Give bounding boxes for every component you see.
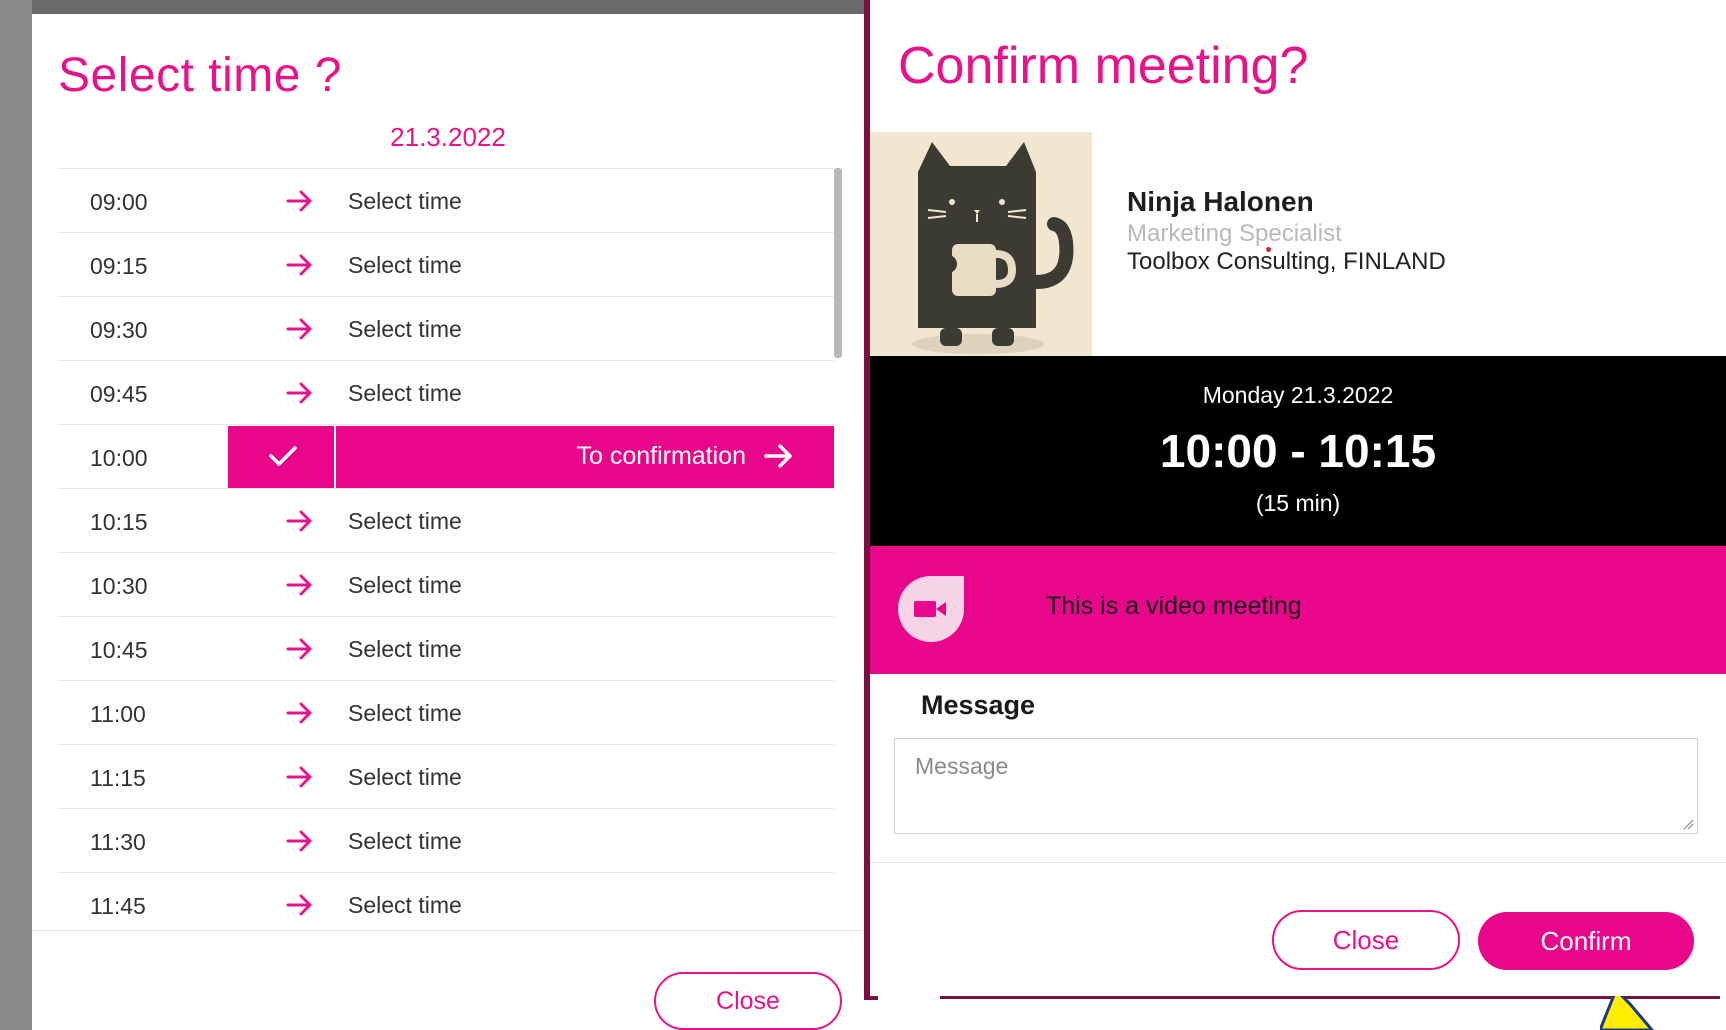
slot-time: 09:00	[90, 189, 148, 215]
slot-time: 09:30	[90, 317, 148, 343]
selected-date: 21.3.2022	[390, 122, 506, 152]
meeting-day: Monday 21.3.2022	[1202, 382, 1394, 408]
time-slot-row[interactable]: 10:15 Select time	[58, 488, 834, 552]
select-time-modal: Select time ? 21.3.2022 09:00 Select tim…	[32, 14, 864, 1030]
arrow-right-icon	[286, 766, 312, 788]
time-slot-row[interactable]: 11:45 Select time	[58, 872, 834, 918]
footer-divider	[870, 862, 1726, 863]
time-slot-row-selected[interactable]: 10:00 To confirmation	[58, 424, 834, 488]
meeting-time-range: 10:00 - 10:15	[1159, 425, 1437, 477]
select-time-title: Select time ?	[58, 49, 342, 102]
time-slot-row[interactable]: 10:45 Select time	[58, 616, 834, 680]
message-field[interactable]	[894, 738, 1698, 834]
arrow-right-icon	[286, 574, 312, 596]
meeting-duration: (15 min)	[1255, 490, 1341, 516]
check-icon	[269, 446, 297, 466]
time-slot-row[interactable]: 11:00 Select time	[58, 680, 834, 744]
person-name: Ninja Halonen	[1127, 186, 1314, 217]
cat-avatar-icon	[870, 132, 1092, 358]
slot-time: 11:30	[90, 829, 146, 855]
time-slot-row[interactable]: 09:30 Select time	[58, 296, 834, 360]
video-meeting-banner: This is a video meeting	[870, 546, 1726, 674]
arrow-right-icon	[286, 894, 312, 916]
arrow-right-icon	[764, 444, 792, 468]
confirm-button[interactable]: Confirm	[1478, 912, 1694, 970]
to-confirmation-button[interactable]: To confirmation	[576, 442, 746, 471]
person-company: Toolbox Consulting, FINLAND	[1127, 248, 1446, 275]
slot-list-scrollbar[interactable]	[834, 168, 842, 358]
arrow-right-icon	[286, 254, 312, 276]
arrow-right-icon	[286, 638, 312, 660]
slot-time: 09:45	[90, 381, 148, 407]
time-slot-list[interactable]: 09:00 Select time 09:15 Select time 09:3…	[58, 168, 834, 918]
arrow-right-icon	[286, 318, 312, 340]
close-button[interactable]: Close	[1272, 910, 1460, 970]
select-time-link[interactable]: Select time	[348, 764, 462, 791]
time-slot-row[interactable]: 11:30 Select time	[58, 808, 834, 872]
time-slot-row[interactable]: 09:45 Select time	[58, 360, 834, 424]
resize-handle-icon[interactable]	[1682, 818, 1694, 830]
select-time-link[interactable]: Select time	[348, 636, 462, 663]
arrow-right-icon	[286, 830, 312, 852]
arrow-right-icon	[286, 190, 312, 212]
slot-time: 11:15	[90, 765, 146, 791]
video-camera-icon	[898, 576, 964, 642]
select-time-link[interactable]: Select time	[348, 700, 462, 727]
select-time-link[interactable]: Select time	[348, 508, 462, 535]
slot-time: 10:30	[90, 573, 148, 599]
footer-divider	[32, 930, 864, 931]
background-top-bar	[32, 0, 872, 14]
pointer-cursor-icon	[1600, 990, 1654, 1030]
selected-slot-divider	[334, 426, 336, 488]
background-strip	[0, 0, 32, 1030]
select-time-link[interactable]: Select time	[348, 188, 462, 215]
select-time-link[interactable]: Select time	[348, 380, 462, 407]
cursor-dot	[1266, 247, 1271, 252]
select-time-link[interactable]: Select time	[348, 828, 462, 855]
select-time-link[interactable]: Select time	[348, 572, 462, 599]
time-slot-row[interactable]: 10:30 Select time	[58, 552, 834, 616]
slot-time: 10:45	[90, 637, 148, 663]
avatar	[870, 132, 1092, 358]
slot-time: 10:00	[90, 445, 148, 471]
confirm-meeting-modal: Confirm meeting? Ninja Halonen Marketing…	[870, 0, 1726, 996]
select-time-link[interactable]: Select time	[348, 252, 462, 279]
slot-time: 11:45	[90, 893, 146, 918]
slot-time: 10:15	[90, 509, 148, 535]
select-time-link[interactable]: Select time	[348, 892, 462, 918]
slot-time: 09:15	[90, 253, 148, 279]
video-meeting-label: This is a video meeting	[1046, 592, 1302, 620]
arrow-right-icon	[286, 510, 312, 532]
time-slot-row[interactable]: 11:15 Select time	[58, 744, 834, 808]
slot-time: 11:00	[90, 701, 146, 727]
person-role: Marketing Specialist	[1127, 220, 1342, 247]
meeting-time-panel: Monday 21.3.2022 10:00 - 10:15 (15 min)	[870, 356, 1726, 546]
arrow-right-icon	[286, 702, 312, 724]
arrow-right-icon	[286, 382, 312, 404]
message-label: Message	[921, 690, 1036, 720]
close-button[interactable]: Close	[654, 972, 842, 1030]
confirm-meeting-title: Confirm meeting?	[898, 37, 1309, 95]
time-slot-row[interactable]: 09:00 Select time	[58, 168, 834, 232]
select-time-link[interactable]: Select time	[348, 316, 462, 343]
time-slot-row[interactable]: 09:15 Select time	[58, 232, 834, 296]
